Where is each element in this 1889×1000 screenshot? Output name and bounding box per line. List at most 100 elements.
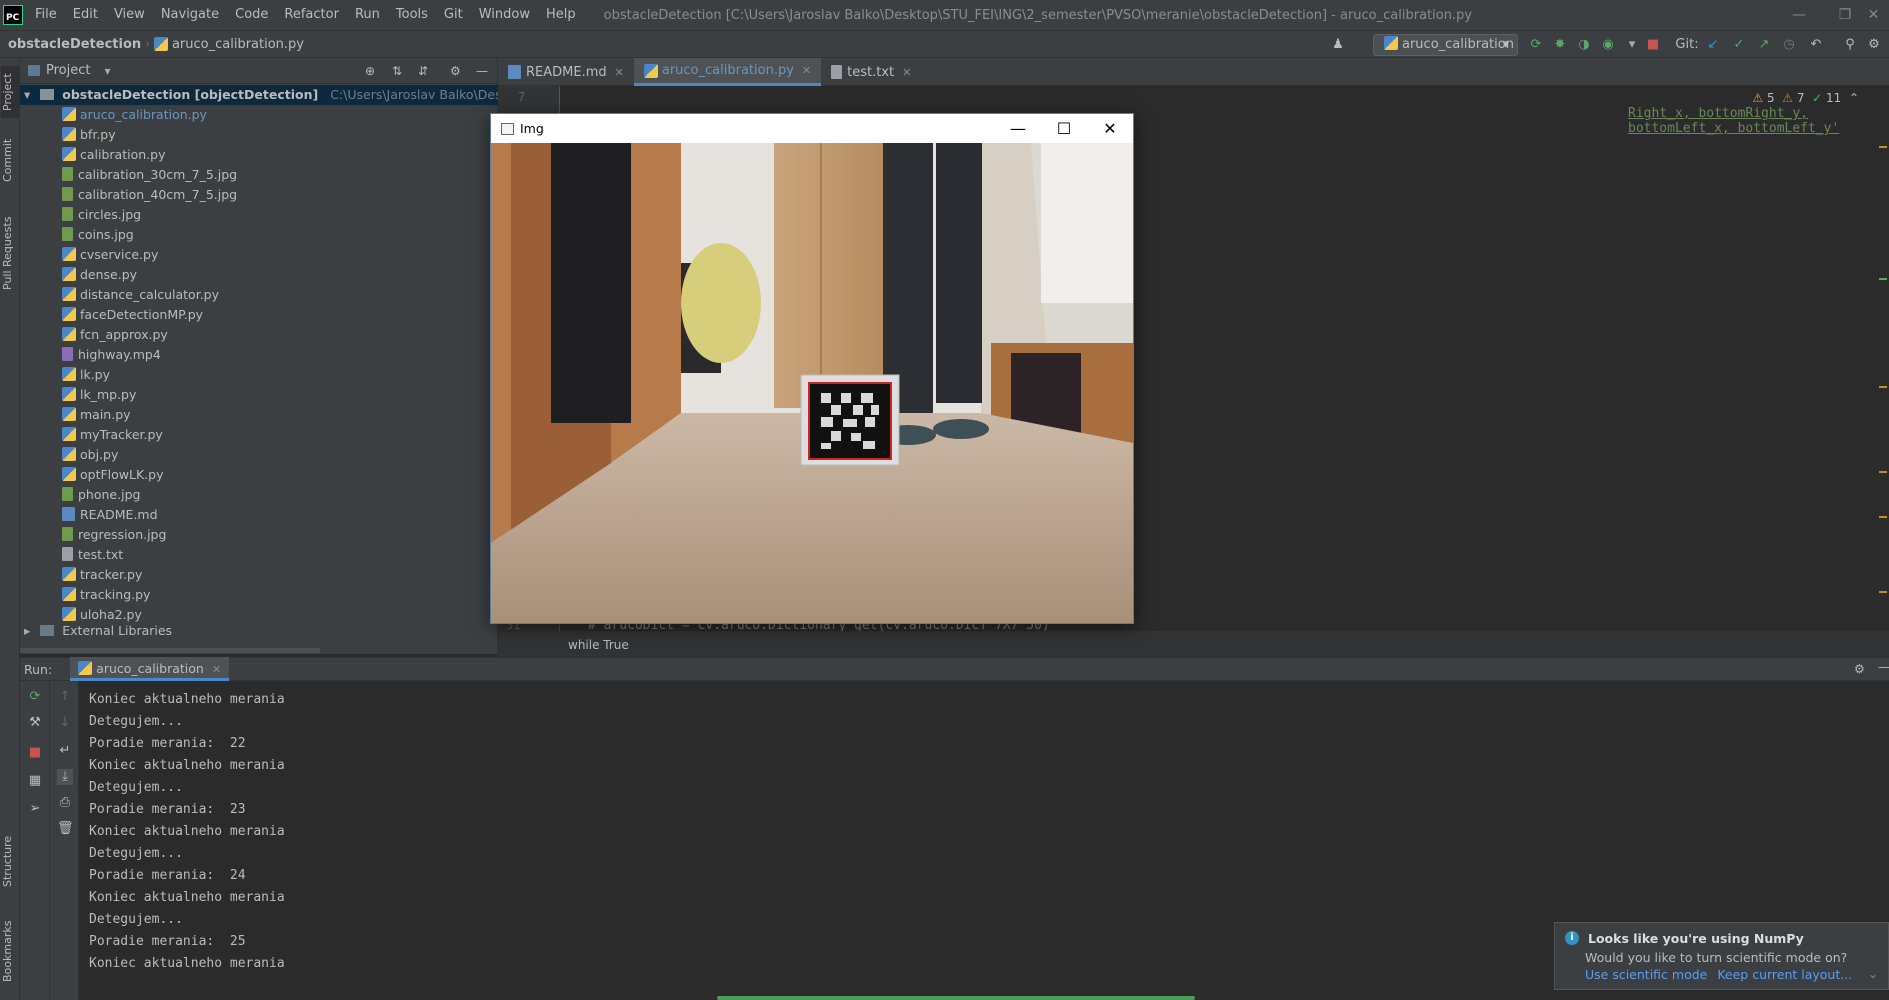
inspections-widget[interactable]: ⚠ 5 ⚠ 7 ✓ 11 ⌃ bbox=[1752, 91, 1859, 105]
user-icon[interactable]: ♟ bbox=[1330, 37, 1346, 53]
tree-file-item[interactable]: dense.py bbox=[62, 265, 137, 285]
error-stripe-marker[interactable] bbox=[1879, 516, 1887, 518]
use-scientific-mode-link[interactable]: Use scientific mode bbox=[1585, 967, 1707, 982]
tree-root[interactable]: ▾ obstacleDetection [objectDetection] C:… bbox=[20, 85, 610, 105]
minimize-icon[interactable]: — bbox=[995, 114, 1041, 143]
close-tab-icon[interactable]: ✕ bbox=[615, 59, 624, 86]
tree-external-libraries[interactable]: ▸ External Libraries bbox=[20, 621, 172, 641]
chevron-up-icon[interactable]: ⌃ bbox=[1849, 91, 1859, 105]
expand-all-icon[interactable]: ⇅ bbox=[392, 64, 402, 78]
close-tab-icon[interactable]: ✕ bbox=[212, 663, 221, 676]
chevron-down-icon[interactable]: ▾ bbox=[104, 64, 110, 78]
search-icon[interactable]: ⚲ bbox=[1842, 37, 1858, 53]
tree-file-item[interactable]: distance_calculator.py bbox=[62, 285, 219, 305]
breadcrumb-file[interactable]: aruco_calibration.py bbox=[172, 37, 304, 52]
tree-file-item[interactable]: phone.jpg bbox=[62, 485, 140, 505]
error-stripe-marker[interactable] bbox=[1879, 278, 1887, 280]
run-configuration-select[interactable]: aruco_calibration ▾ bbox=[1373, 34, 1518, 56]
tree-file-item[interactable]: myTracker.py bbox=[62, 425, 163, 445]
chevron-down-icon[interactable]: ▾ bbox=[24, 87, 30, 102]
image-window-titlebar[interactable]: Img — ☐ ✕ bbox=[491, 114, 1133, 143]
tool-tab-commit[interactable]: Commit bbox=[1, 136, 19, 184]
editor-tab[interactable]: aruco_calibration.py ✕ bbox=[633, 57, 822, 86]
arrow-down-icon[interactable]: ↓ bbox=[57, 715, 73, 731]
arrow-up-icon[interactable]: ↑ bbox=[57, 689, 73, 705]
project-panel-title[interactable]: Project bbox=[46, 63, 90, 78]
run-settings-gear-icon[interactable]: ⚙ bbox=[1854, 662, 1865, 676]
menu-tools[interactable]: Tools bbox=[388, 0, 436, 30]
hide-panel-icon[interactable]: — bbox=[476, 64, 488, 78]
git-update-icon[interactable]: ↙ bbox=[1705, 37, 1721, 53]
menu-view[interactable]: View bbox=[106, 0, 153, 30]
menu-run[interactable]: Run bbox=[347, 0, 388, 30]
chevron-down-icon[interactable]: ⌄ bbox=[1868, 967, 1878, 981]
coverage-icon[interactable]: ◑ bbox=[1576, 37, 1592, 53]
tree-file-item[interactable]: cvservice.py bbox=[62, 245, 158, 265]
settings-gear-icon[interactable]: ⚙ bbox=[1866, 37, 1882, 53]
tree-file-item[interactable]: faceDetectionMP.py bbox=[62, 305, 203, 325]
breadcrumb-project[interactable]: obstacleDetection bbox=[0, 37, 141, 52]
print-icon[interactable]: ⎙ bbox=[57, 795, 73, 811]
clear-trash-icon[interactable]: 🗑 bbox=[57, 821, 74, 837]
keep-current-layout-link[interactable]: Keep current layout... bbox=[1717, 967, 1852, 982]
image-window[interactable]: Img — ☐ ✕ bbox=[491, 114, 1133, 623]
tree-file-item[interactable]: lk.py bbox=[62, 365, 110, 385]
panel-scrollbar[interactable] bbox=[20, 648, 320, 653]
menu-help[interactable]: Help bbox=[538, 0, 584, 30]
menu-navigate[interactable]: Navigate bbox=[153, 0, 227, 30]
git-commit-icon[interactable]: ✓ bbox=[1731, 37, 1747, 53]
rerun-icon[interactable]: ⟳ bbox=[1528, 37, 1544, 53]
tree-file-item[interactable]: lk_mp.py bbox=[62, 385, 136, 405]
minimize-icon[interactable]: — bbox=[1776, 0, 1822, 30]
hide-panel-icon[interactable]: — bbox=[1878, 660, 1889, 674]
tree-file-item[interactable]: coins.jpg bbox=[62, 225, 134, 245]
menu-window[interactable]: Window bbox=[471, 0, 538, 30]
tool-tab-structure[interactable]: Structure bbox=[1, 828, 19, 894]
pin-icon[interactable]: ➢ bbox=[27, 801, 43, 817]
maximize-icon[interactable]: ☐ bbox=[1041, 114, 1087, 143]
tree-file-item[interactable]: calibration_30cm_7_5.jpg bbox=[62, 165, 237, 185]
tree-file-item[interactable]: highway.mp4 bbox=[62, 345, 161, 365]
menu-code[interactable]: Code bbox=[227, 0, 276, 30]
more-run-options-icon[interactable]: ▾ bbox=[1624, 37, 1640, 53]
tree-file-item[interactable]: main.py bbox=[62, 405, 131, 425]
chevron-right-icon[interactable]: ▸ bbox=[24, 623, 30, 638]
scroll-to-end-icon[interactable]: ⤓ bbox=[57, 769, 73, 785]
tree-file-item[interactable]: obj.py bbox=[62, 445, 118, 465]
edit-config-wrench-icon[interactable]: ⚒ bbox=[27, 715, 43, 731]
rollback-icon[interactable]: ↶ bbox=[1808, 37, 1824, 53]
tree-file-item[interactable]: bfr.py bbox=[62, 125, 116, 145]
tool-tab-bookmarks[interactable]: Bookmarks bbox=[1, 916, 19, 986]
git-push-icon[interactable]: ↗ bbox=[1756, 37, 1772, 53]
tree-file-item[interactable]: regression.jpg bbox=[62, 525, 166, 545]
tree-file-item[interactable]: README.md bbox=[62, 505, 158, 525]
error-stripe-marker[interactable] bbox=[1879, 386, 1887, 388]
rerun-icon[interactable]: ⟳ bbox=[27, 689, 43, 705]
error-stripe-marker[interactable] bbox=[1879, 591, 1887, 593]
history-icon[interactable]: ◷ bbox=[1781, 37, 1797, 53]
close-icon[interactable]: ✕ bbox=[1858, 0, 1889, 30]
tool-tab-pull-requests[interactable]: Pull Requests bbox=[1, 208, 19, 298]
tree-file-item[interactable]: test.txt bbox=[62, 545, 123, 565]
menu-file[interactable]: File bbox=[27, 0, 65, 30]
menu-refactor[interactable]: Refactor bbox=[276, 0, 347, 30]
tree-file-item[interactable]: tracking.py bbox=[62, 585, 150, 605]
close-tab-icon[interactable]: ✕ bbox=[802, 57, 811, 84]
stop-icon[interactable]: ■ bbox=[27, 745, 43, 761]
error-stripe-marker[interactable] bbox=[1879, 146, 1887, 148]
tree-file-item[interactable]: optFlowLK.py bbox=[62, 465, 163, 485]
collapse-all-icon[interactable]: ⇵ bbox=[418, 64, 428, 78]
close-icon[interactable]: ✕ bbox=[1087, 114, 1133, 143]
tree-file-item[interactable]: calibration_40cm_7_5.jpg bbox=[62, 185, 237, 205]
menu-edit[interactable]: Edit bbox=[65, 0, 106, 30]
error-stripe-marker[interactable] bbox=[1879, 471, 1887, 473]
options-gear-icon[interactable]: ⚙ bbox=[450, 64, 461, 78]
menu-git[interactable]: Git bbox=[436, 0, 471, 30]
debug-icon[interactable]: ✸ bbox=[1552, 37, 1568, 53]
tree-file-item[interactable]: circles.jpg bbox=[62, 205, 141, 225]
editor-breadcrumb-status[interactable]: while True bbox=[498, 631, 1889, 657]
locate-icon[interactable]: ⊕ bbox=[365, 64, 375, 78]
tree-file-item[interactable]: tracker.py bbox=[62, 565, 142, 585]
run-tab[interactable]: aruco_calibration ✕ bbox=[70, 657, 230, 681]
soft-wrap-icon[interactable]: ↵ bbox=[57, 743, 73, 759]
